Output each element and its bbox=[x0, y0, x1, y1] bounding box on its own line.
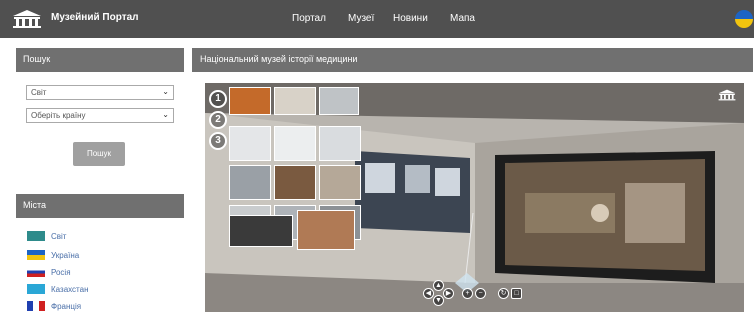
chevron-down-icon: ⌄ bbox=[162, 110, 169, 119]
city-link-russia[interactable]: Росія bbox=[27, 266, 71, 278]
museum-logo-icon[interactable] bbox=[12, 9, 42, 29]
city-label: Світ bbox=[51, 231, 67, 241]
fullscreen-icon[interactable]: □ bbox=[511, 288, 522, 299]
nav-portal[interactable]: Портал bbox=[292, 13, 326, 24]
tour-thumbnail[interactable] bbox=[229, 87, 271, 115]
tour-thumbnail[interactable] bbox=[274, 126, 316, 161]
city-label: Франція bbox=[51, 301, 82, 311]
ukraine-flag-icon bbox=[27, 250, 45, 260]
zoom-in-icon[interactable]: + bbox=[462, 288, 473, 299]
tour-thumbnail[interactable] bbox=[274, 87, 316, 115]
city-link-ukraine[interactable]: Україна bbox=[27, 249, 79, 261]
cities-panel-header: Міста bbox=[16, 194, 184, 218]
nav-news[interactable]: Новини bbox=[393, 13, 428, 24]
tour-thumbnail[interactable] bbox=[319, 87, 359, 115]
rotate-icon[interactable]: ↻ bbox=[498, 288, 509, 299]
top-navbar: Музейний Портал Портал Музеї Новини Мапа bbox=[0, 0, 754, 38]
panorama-viewer[interactable]: 1 2 3 ◀ ▲ ▼ ▶ + − ↻ □ bbox=[205, 83, 744, 312]
pan-up-icon[interactable]: ▲ bbox=[433, 280, 444, 291]
pan-right-icon[interactable]: ▶ bbox=[443, 288, 454, 299]
city-link-kazakhstan[interactable]: Казахстан bbox=[27, 283, 89, 295]
language-flag-icon[interactable] bbox=[735, 10, 753, 28]
tour-number-2[interactable]: 2 bbox=[209, 111, 227, 129]
france-flag-icon bbox=[27, 301, 45, 311]
museum-title: Національний музей історії медицини bbox=[192, 48, 753, 72]
city-label: Росія bbox=[51, 267, 71, 277]
nav-map[interactable]: Мапа bbox=[450, 13, 475, 24]
city-link-france[interactable]: Франція bbox=[27, 300, 81, 312]
tour-thumbnail[interactable] bbox=[319, 165, 361, 200]
search-panel-header: Пошук bbox=[16, 48, 184, 72]
city-label: Україна bbox=[51, 250, 80, 260]
kazakhstan-flag-icon bbox=[27, 284, 45, 294]
pan-down-icon[interactable]: ▼ bbox=[433, 295, 444, 306]
region-select[interactable]: Світ ⌄ bbox=[26, 85, 174, 100]
pan-left-icon[interactable]: ◀ bbox=[423, 288, 434, 299]
country-select[interactable]: Оберіть країну ⌄ bbox=[26, 108, 174, 123]
world-flag-icon bbox=[27, 231, 45, 241]
tour-thumbnail[interactable] bbox=[229, 126, 271, 161]
tour-number-3[interactable]: 3 bbox=[209, 132, 227, 150]
country-select-value: Оберіть країну bbox=[31, 111, 86, 120]
nav-museums[interactable]: Музеї bbox=[348, 13, 374, 24]
brand-name[interactable]: Музейний Портал bbox=[51, 12, 139, 23]
chevron-down-icon: ⌄ bbox=[162, 87, 169, 96]
tour-thumbnail[interactable] bbox=[297, 210, 355, 250]
museum-columns-icon bbox=[718, 89, 736, 101]
russia-flag-icon bbox=[27, 267, 45, 277]
city-label: Казахстан bbox=[51, 284, 89, 294]
zoom-out-icon[interactable]: − bbox=[475, 288, 486, 299]
search-button[interactable]: Пошук bbox=[73, 142, 125, 166]
tour-thumbnail[interactable] bbox=[229, 215, 293, 247]
tour-number-1[interactable]: 1 bbox=[209, 90, 227, 108]
tour-thumbnail[interactable] bbox=[319, 126, 361, 161]
tour-thumbnail[interactable] bbox=[274, 165, 316, 200]
region-select-value: Світ bbox=[31, 88, 47, 97]
tour-thumbnail[interactable] bbox=[229, 165, 271, 200]
city-link-world[interactable]: Світ bbox=[27, 230, 66, 242]
